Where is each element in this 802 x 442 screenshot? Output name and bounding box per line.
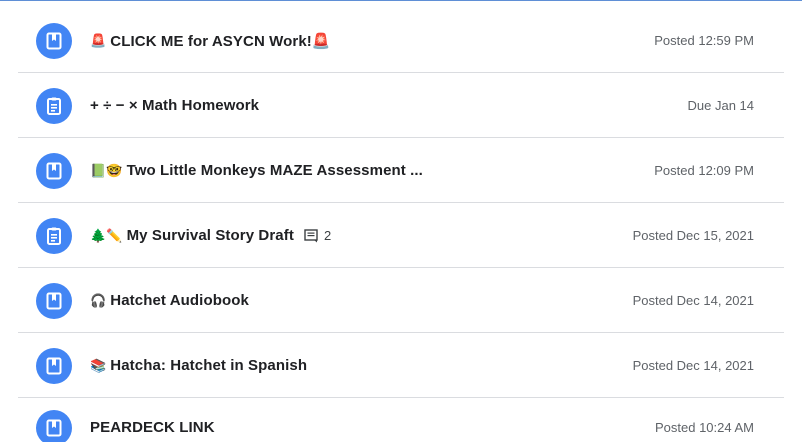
item-emoji: 📚 [90,357,107,373]
item-title-text: Two Little Monkeys MAZE Assessment ... [126,162,423,179]
classwork-item[interactable]: + ÷ − × Math Homework Due Jan 14 [18,73,784,138]
item-title-text: Hatcha: Hatchet in Spanish [110,357,308,374]
item-title-text: CLICK ME for ASYCN Work!🚨 [110,32,331,50]
item-meta: Posted 12:09 PM [654,163,754,178]
classwork-item[interactable]: PEARDECK LINK Posted 10:24 AM [18,395,784,442]
item-emoji: 🚨 [90,32,107,48]
item-meta: Posted 10:24 AM [654,420,754,435]
item-title-text: Hatchet Audiobook [110,292,249,309]
item-title-text: My Survival Story Draft [126,227,294,244]
item-title[interactable]: 🚨 CLICK ME for ASYCN Work!🚨 [90,32,331,50]
material-icon [36,152,72,189]
classwork-item[interactable]: 🚨 CLICK ME for ASYCN Work!🚨 Posted 12:59… [18,8,784,73]
assignment-icon [36,87,72,124]
item-title[interactable]: PEARDECK LINK [90,419,215,436]
item-emoji: 🌲✏️ [90,227,123,243]
item-title[interactable]: + ÷ − × Math Homework [90,97,259,114]
item-title-text: PEARDECK LINK [90,419,215,436]
item-title[interactable]: 🌲✏️ My Survival Story Draft 2 [90,227,331,244]
material-icon [36,347,72,384]
material-icon [36,22,72,59]
item-meta: Posted Dec 14, 2021 [632,358,754,373]
classwork-item[interactable]: 🌲✏️ My Survival Story Draft 2 Posted Dec… [18,203,784,268]
item-emoji: 📗🤓 [90,162,123,178]
item-title[interactable]: 📗🤓 Two Little Monkeys MAZE Assessment ..… [90,162,423,179]
classwork-stream: 🚨 CLICK ME for ASYCN Work!🚨 Posted 12:59… [0,0,802,442]
item-title[interactable]: 📚 Hatcha: Hatchet in Spanish [90,357,307,374]
item-title-text: + ÷ − × Math Homework [90,97,260,114]
item-meta: Due Jan 14 [687,98,755,113]
comment-count: 2 [304,228,331,243]
material-icon [36,282,72,319]
item-meta: Posted Dec 15, 2021 [632,228,754,243]
classwork-item[interactable]: 📗🤓 Two Little Monkeys MAZE Assessment ..… [18,138,784,203]
item-emoji: 🎧 [90,292,107,308]
classwork-item[interactable]: 🎧 Hatchet Audiobook Posted Dec 14, 2021 [18,268,784,333]
classwork-item[interactable]: 📚 Hatcha: Hatchet in Spanish Posted Dec … [18,333,784,398]
comment-count-text: 2 [323,228,332,243]
item-meta: Posted 12:59 PM [654,33,754,48]
item-title[interactable]: 🎧 Hatchet Audiobook [90,292,249,309]
assignment-icon [36,217,72,254]
material-icon [36,409,72,442]
item-meta: Posted Dec 14, 2021 [632,293,754,308]
comment-icon [304,228,318,242]
